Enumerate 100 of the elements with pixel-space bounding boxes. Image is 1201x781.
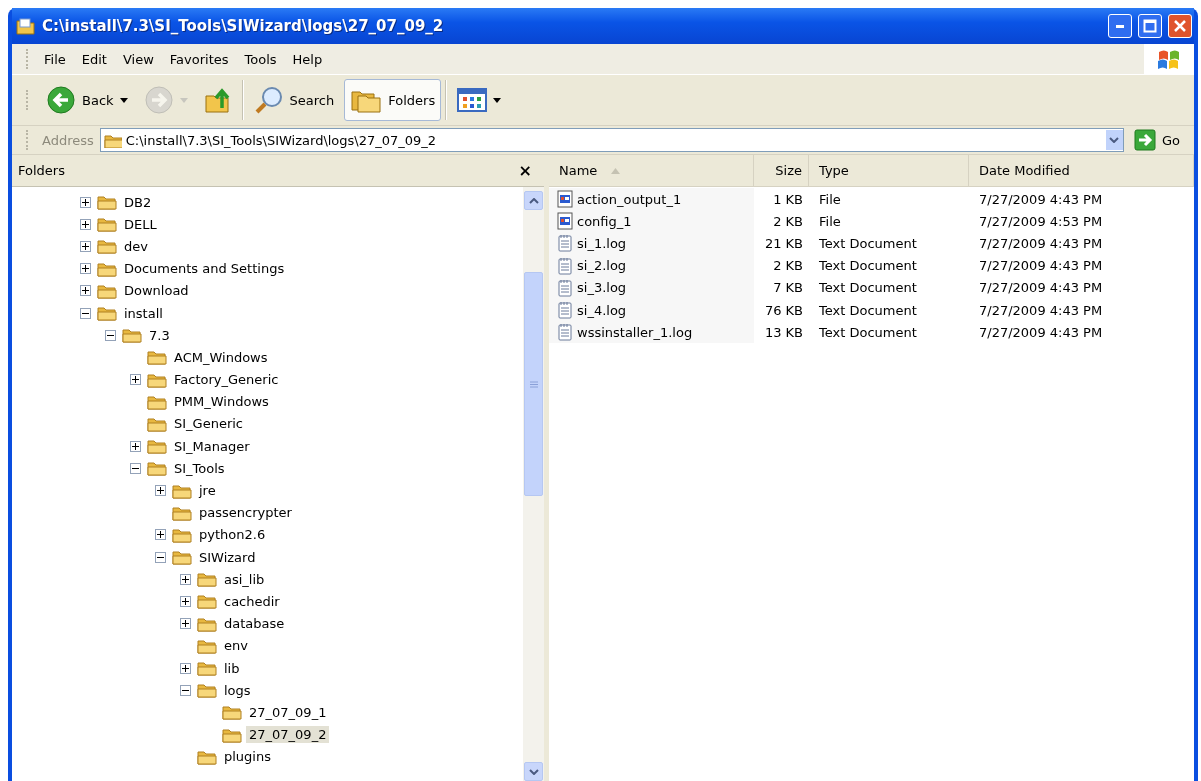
file-date: 7/27/2009 4:43 PM bbox=[978, 235, 1104, 251]
tree-item[interactable]: passencrypter bbox=[196, 504, 295, 522]
expand-button[interactable] bbox=[80, 263, 91, 275]
plus-icon bbox=[82, 220, 89, 228]
expand-button[interactable] bbox=[180, 595, 191, 607]
menu-item[interactable]: Favorites bbox=[161, 49, 237, 69]
menu-item[interactable]: Help bbox=[284, 49, 331, 69]
folder-icon bbox=[122, 327, 142, 344]
expand-button[interactable] bbox=[130, 374, 141, 386]
plus-icon bbox=[82, 198, 89, 206]
column-header[interactable]: Name bbox=[549, 155, 754, 186]
expand-button[interactable] bbox=[155, 485, 166, 497]
expand-button[interactable] bbox=[155, 529, 166, 541]
folder-icon bbox=[197, 593, 217, 610]
expand-button[interactable] bbox=[80, 196, 91, 208]
column-header[interactable]: Size bbox=[754, 155, 809, 186]
file-size: 1 KB bbox=[772, 191, 804, 207]
go-button[interactable]: Go bbox=[1129, 129, 1194, 151]
tree-item[interactable]: Factory_Generic bbox=[171, 371, 282, 389]
plus-icon bbox=[132, 442, 139, 450]
tree-item[interactable]: SI_Generic bbox=[171, 415, 246, 433]
tree-item[interactable]: Download bbox=[121, 282, 192, 300]
folder-icon bbox=[97, 260, 117, 277]
tree-item[interactable]: 27_07_09_1 bbox=[246, 703, 330, 721]
file-type: File bbox=[818, 213, 842, 229]
folder-icon bbox=[97, 305, 117, 322]
expand-button[interactable] bbox=[80, 285, 91, 297]
dropdown-button[interactable] bbox=[1105, 130, 1123, 150]
tree-item[interactable]: PMM_Windows bbox=[171, 393, 272, 411]
file-date: 7/27/2009 4:43 PM bbox=[978, 324, 1104, 340]
folder-icon bbox=[147, 460, 167, 477]
folder-icon bbox=[147, 415, 167, 432]
tree-item[interactable]: install bbox=[121, 304, 166, 322]
collapse-button[interactable] bbox=[80, 307, 91, 319]
tree-item[interactable]: python2.6 bbox=[196, 526, 269, 544]
expand-button[interactable] bbox=[180, 662, 191, 674]
expand-button[interactable] bbox=[80, 240, 91, 252]
tree-item[interactable]: SIWizard bbox=[196, 548, 259, 566]
file-name[interactable]: si_1.log bbox=[577, 235, 627, 251]
address-label: Address bbox=[42, 132, 94, 148]
tree-item[interactable]: plugins bbox=[221, 748, 274, 766]
file-size: 2 KB bbox=[772, 258, 804, 274]
tree-item[interactable]: jre bbox=[196, 482, 219, 500]
tree-item[interactable]: SI_Manager bbox=[171, 437, 253, 455]
expand-button[interactable] bbox=[80, 218, 91, 230]
folders-button[interactable]: Folders bbox=[344, 79, 442, 121]
scrollbar[interactable] bbox=[523, 187, 544, 781]
collapse-button[interactable] bbox=[105, 329, 116, 341]
tree-item[interactable]: database bbox=[221, 615, 288, 633]
tree-item[interactable]: lib bbox=[221, 659, 243, 677]
file-name[interactable]: si_3.log bbox=[577, 280, 627, 296]
expand-button[interactable] bbox=[180, 573, 191, 585]
file-type: Text Document bbox=[818, 302, 918, 318]
plus-icon bbox=[82, 265, 89, 273]
address-field[interactable]: C:\install\7.3\SI_Tools\SIWizard\logs\27_07_09_2 bbox=[99, 128, 1124, 152]
search-button[interactable]: Search bbox=[247, 80, 341, 120]
file-date: 7/27/2009 4:43 PM bbox=[978, 280, 1104, 296]
file-name[interactable]: config_1 bbox=[577, 213, 632, 229]
file-name[interactable]: si_2.log bbox=[577, 258, 627, 274]
tree-item[interactable]: cachedir bbox=[221, 592, 283, 610]
tree-item[interactable]: env bbox=[221, 637, 251, 655]
file-type: Text Document bbox=[818, 235, 918, 251]
minimize-button[interactable] bbox=[1108, 14, 1132, 38]
menu-item[interactable]: Tools bbox=[236, 49, 285, 69]
back-button[interactable]: Back bbox=[40, 80, 134, 120]
menu-item[interactable]: File bbox=[36, 49, 74, 69]
collapse-button[interactable] bbox=[130, 462, 141, 474]
column-header[interactable]: Date Modified bbox=[969, 155, 1194, 186]
tree-item[interactable]: SI_Tools bbox=[171, 459, 228, 477]
expand-button[interactable] bbox=[130, 440, 141, 452]
plus-icon bbox=[182, 664, 189, 672]
folder-icon bbox=[147, 393, 167, 410]
folder-icon bbox=[197, 637, 217, 654]
folder-icon bbox=[97, 216, 117, 233]
tree-item[interactable]: DB2 bbox=[121, 193, 155, 211]
folder-icon bbox=[147, 438, 167, 455]
column-header[interactable]: Type bbox=[809, 155, 969, 186]
folder-icon bbox=[222, 726, 242, 743]
tree-item[interactable]: ACM_Windows bbox=[171, 348, 271, 366]
collapse-button[interactable] bbox=[155, 551, 166, 563]
tree-item[interactable]: 7.3 bbox=[146, 326, 173, 344]
maximize-button[interactable] bbox=[1138, 14, 1162, 38]
folder-icon bbox=[16, 17, 36, 35]
sort-ascending-icon bbox=[611, 167, 621, 174]
expand-button[interactable] bbox=[180, 618, 191, 630]
tree-item[interactable]: 27_07_09_2 bbox=[246, 726, 330, 744]
pane-title: Folders bbox=[18, 163, 65, 178]
folder-icon bbox=[172, 482, 192, 499]
folder-icon bbox=[172, 526, 192, 543]
close-button[interactable]: × bbox=[518, 161, 532, 180]
tree-item[interactable]: asi_lib bbox=[221, 570, 268, 588]
file-name[interactable]: si_4.log bbox=[577, 302, 627, 318]
collapse-button[interactable] bbox=[180, 684, 191, 696]
tree-item[interactable]: Documents and Settings bbox=[121, 260, 288, 278]
tree-item[interactable]: logs bbox=[221, 681, 254, 699]
tree-item[interactable]: DELL bbox=[121, 215, 160, 233]
tree-item[interactable]: dev bbox=[121, 237, 151, 255]
close-button[interactable] bbox=[1168, 14, 1192, 38]
menu-item[interactable]: View bbox=[114, 49, 162, 69]
menu-item[interactable]: Edit bbox=[73, 49, 115, 69]
